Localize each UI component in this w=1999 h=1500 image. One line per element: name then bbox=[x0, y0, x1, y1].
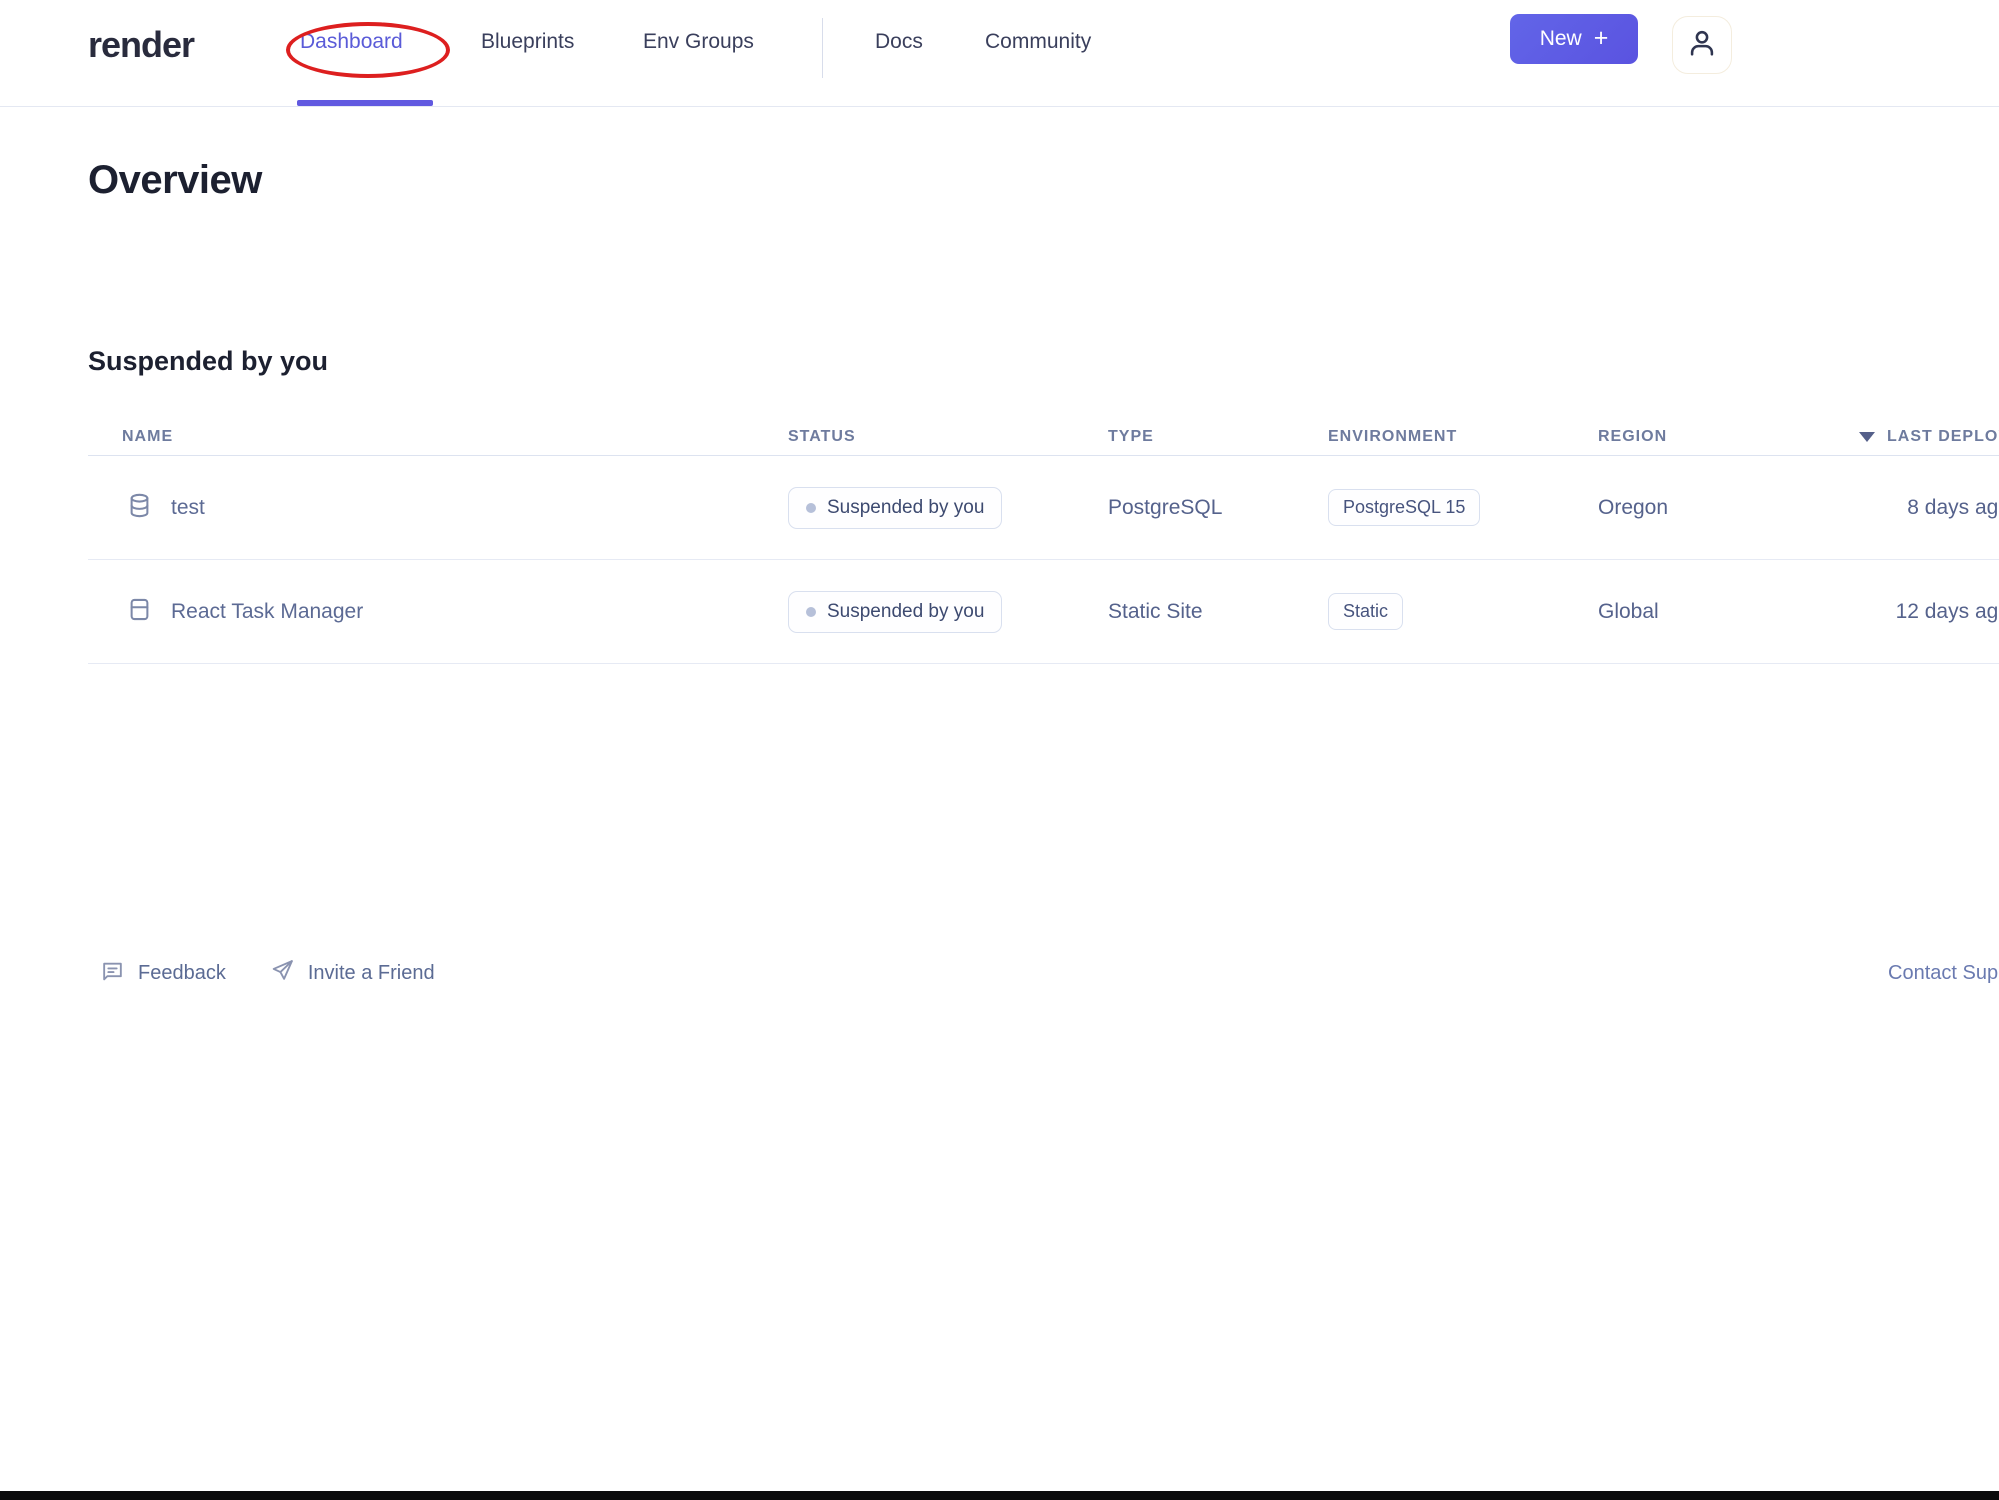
region-cell: Global bbox=[1598, 599, 1659, 623]
last-deploy-header-label: LAST DEPLOY bbox=[1886, 427, 1999, 445]
service-name-link[interactable]: test bbox=[171, 496, 205, 520]
bottom-edge-bar bbox=[0, 1491, 1999, 1500]
column-header-last-deploy[interactable]: LAST DEPLOY bbox=[1808, 428, 1999, 446]
person-icon bbox=[1684, 25, 1720, 66]
column-header-name[interactable]: NAME bbox=[88, 428, 788, 446]
nav-tab-dashboard[interactable]: Dashboard bbox=[300, 30, 403, 54]
last-deploy-cell: 8 days ago bbox=[1907, 495, 1999, 519]
table-row[interactable]: test Suspended by you PostgreSQL Postgre… bbox=[88, 456, 1999, 560]
type-cell: PostgreSQL bbox=[1108, 495, 1223, 519]
status-dot-icon bbox=[806, 606, 816, 617]
footer-links: Feedback Invite a Friend bbox=[100, 952, 435, 994]
render-dashboard-page: render Dashboard Blueprints Env Groups D… bbox=[0, 0, 1999, 1500]
render-logo[interactable]: render bbox=[88, 24, 195, 66]
status-dot-icon bbox=[806, 502, 816, 513]
nav-tab-env-groups[interactable]: Env Groups bbox=[643, 30, 754, 54]
feedback-label: Feedback bbox=[138, 961, 226, 984]
plus-icon: + bbox=[1593, 23, 1609, 52]
service-name-cell[interactable]: React Task Manager bbox=[88, 596, 788, 628]
region-cell: Oregon bbox=[1598, 495, 1669, 519]
table-row[interactable]: React Task Manager Suspended by you Stat… bbox=[88, 560, 1999, 664]
section-title: Suspended by you bbox=[88, 346, 329, 376]
feedback-link[interactable]: Feedback bbox=[100, 958, 226, 989]
environment-cell: Static bbox=[1328, 593, 1598, 630]
column-header-environment[interactable]: ENVIRONMENT bbox=[1328, 428, 1598, 446]
status-badge: Suspended by you bbox=[788, 486, 1003, 529]
column-header-region[interactable]: REGION bbox=[1598, 428, 1808, 446]
static-site-icon bbox=[126, 596, 153, 628]
paper-plane-icon bbox=[270, 958, 295, 989]
nav-tab-blueprints[interactable]: Blueprints bbox=[481, 30, 574, 54]
type-cell: Static Site bbox=[1108, 599, 1203, 623]
environment-cell: PostgreSQL 15 bbox=[1328, 489, 1598, 526]
column-header-type[interactable]: TYPE bbox=[1108, 428, 1328, 446]
service-name-cell[interactable]: test bbox=[88, 492, 788, 524]
status-label: Suspended by you bbox=[827, 600, 985, 622]
column-header-status[interactable]: STATUS bbox=[788, 428, 1108, 446]
nav-link-docs[interactable]: Docs bbox=[875, 30, 923, 54]
status-cell: Suspended by you bbox=[788, 486, 1108, 529]
status-label: Suspended by you bbox=[827, 496, 985, 518]
database-icon bbox=[126, 492, 153, 524]
active-tab-underline bbox=[297, 100, 433, 106]
services-table: NAME STATUS TYPE ENVIRONMENT REGION LAST… bbox=[88, 418, 1999, 664]
page-title: Overview bbox=[88, 158, 262, 202]
nav-link-community[interactable]: Community bbox=[985, 30, 1091, 54]
feedback-bubble-icon bbox=[100, 958, 125, 989]
contact-support-link[interactable]: Contact Support bbox=[1888, 962, 1999, 985]
nav-divider bbox=[822, 18, 823, 78]
new-button-label: New bbox=[1539, 27, 1582, 50]
environment-badge: PostgreSQL 15 bbox=[1328, 489, 1481, 526]
new-button[interactable]: New + bbox=[1510, 14, 1638, 64]
service-name-link[interactable]: React Task Manager bbox=[171, 600, 363, 624]
status-cell: Suspended by you bbox=[788, 590, 1108, 633]
invite-friend-label: Invite a Friend bbox=[307, 961, 435, 984]
invite-friend-link[interactable]: Invite a Friend bbox=[270, 958, 435, 989]
table-header-row: NAME STATUS TYPE ENVIRONMENT REGION LAST… bbox=[88, 418, 1999, 456]
account-menu-button[interactable] bbox=[1672, 16, 1732, 74]
status-badge: Suspended by you bbox=[788, 590, 1003, 633]
environment-badge: Static bbox=[1328, 593, 1404, 630]
last-deploy-cell: 12 days ago bbox=[1895, 599, 1999, 623]
top-navbar: render Dashboard Blueprints Env Groups D… bbox=[0, 0, 1999, 107]
sort-descending-icon bbox=[1858, 431, 1875, 442]
